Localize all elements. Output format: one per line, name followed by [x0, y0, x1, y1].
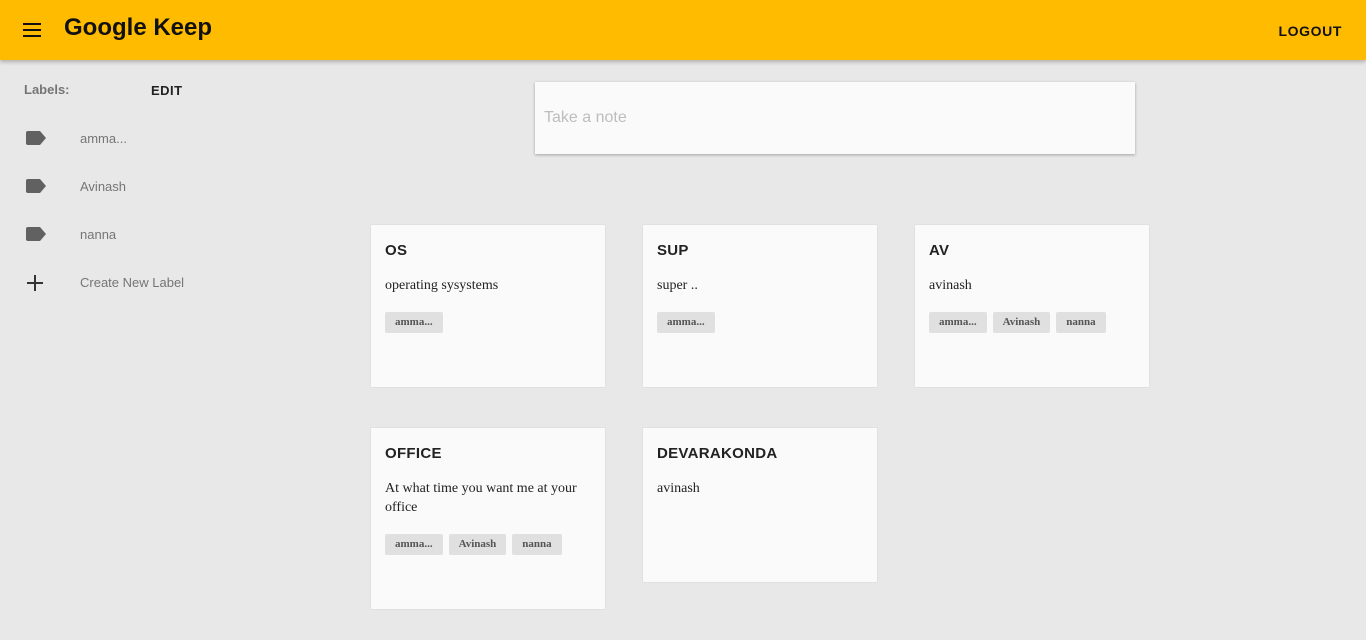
note-body: super ..: [657, 278, 698, 293]
label-icon: [26, 227, 46, 241]
note-card[interactable]: DEVARAKONDA avinash: [643, 428, 877, 582]
app-title: Google Keep: [64, 14, 213, 41]
sidebar-item-amma[interactable]: amma...: [0, 118, 240, 158]
note-labels: amma... Avinash nanna: [385, 534, 562, 555]
note-card[interactable]: OS operating sysystems amma...: [371, 225, 605, 387]
label-chip[interactable]: Avinash: [448, 534, 507, 555]
sidebar-item-label: Avinash: [80, 179, 127, 194]
label-icon: [26, 179, 46, 193]
create-label-text: Create New Label: [80, 275, 185, 290]
label-icon: [26, 131, 46, 145]
label-chip[interactable]: amma...: [657, 312, 715, 333]
labels-heading: Labels:: [24, 82, 70, 97]
note-title: AV: [929, 242, 950, 259]
note-card[interactable]: OFFICE At what time you want me at your …: [371, 428, 605, 609]
note-title: DEVARAKONDA: [657, 445, 778, 462]
label-chip[interactable]: nanna: [512, 534, 562, 555]
logout-button[interactable]: LOGOUT: [1279, 23, 1342, 39]
note-labels: amma... Avinash nanna: [929, 312, 1106, 333]
note-title: SUP: [657, 242, 689, 259]
sidebar-item-avinash[interactable]: Avinash: [0, 166, 240, 206]
sidebar-item-label: nanna: [80, 227, 117, 242]
note-labels: amma...: [657, 312, 715, 333]
note-card[interactable]: AV avinash amma... Avinash nanna: [915, 225, 1149, 387]
create-label-button[interactable]: Create New Label: [0, 262, 240, 302]
label-chip[interactable]: amma...: [929, 312, 987, 333]
label-chip[interactable]: nanna: [1056, 312, 1106, 333]
note-labels: amma...: [385, 312, 443, 333]
sidebar-item-label: amma...: [80, 131, 127, 146]
label-chip[interactable]: Avinash: [992, 312, 1051, 333]
sidebar-item-nanna[interactable]: nanna: [0, 214, 240, 254]
note-card[interactable]: SUP super .. amma...: [643, 225, 877, 387]
note-title: OFFICE: [385, 445, 442, 462]
note-body: operating sysystems: [385, 278, 499, 293]
note-body: avinash: [657, 481, 700, 496]
note-body: At what time you want me at your office: [385, 481, 577, 515]
label-chip[interactable]: amma...: [385, 312, 443, 333]
label-chip[interactable]: amma...: [385, 534, 443, 555]
app-bar: Google Keep LOGOUT: [0, 0, 1366, 60]
menu-icon[interactable]: [20, 18, 44, 42]
take-note-input[interactable]: [535, 82, 1135, 154]
note-body: avinash: [929, 278, 972, 293]
edit-labels-button[interactable]: EDIT: [151, 83, 183, 98]
note-title: OS: [385, 242, 408, 259]
plus-icon: [26, 274, 44, 292]
